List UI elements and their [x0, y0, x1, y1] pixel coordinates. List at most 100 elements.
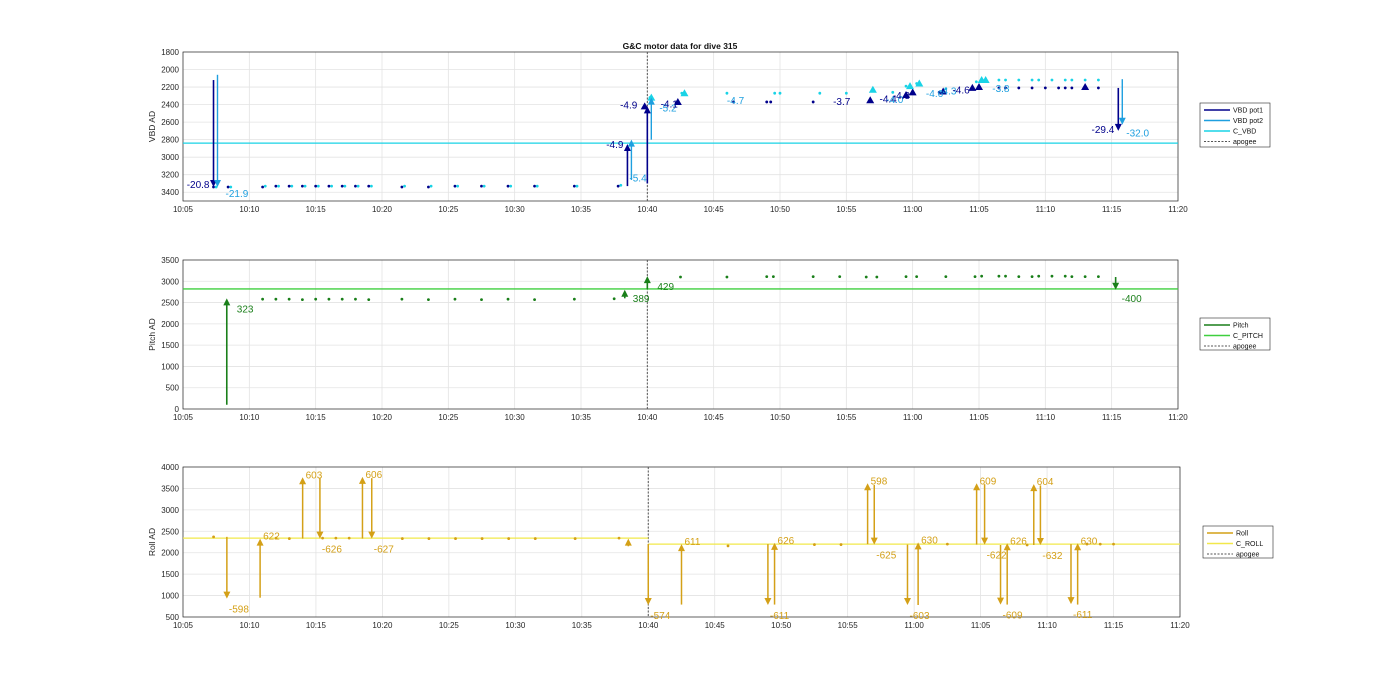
pitch-point — [1004, 274, 1007, 278]
x-tick-label: 10:25 — [439, 621, 460, 630]
pitch-point — [506, 297, 510, 301]
pot2-point — [535, 184, 539, 188]
pot1-point — [765, 100, 769, 104]
pitch-point — [314, 297, 318, 301]
x-tick-label: 10:35 — [571, 205, 592, 214]
pitch-point — [274, 297, 278, 301]
pot2-point — [356, 184, 360, 188]
x-tick-label: 10:10 — [239, 205, 260, 214]
pot2-point — [1030, 78, 1034, 82]
point-label: -4.7 — [727, 96, 745, 107]
pot2-point — [290, 184, 294, 188]
pot1-move-label: -29.4 — [1092, 125, 1115, 136]
y-tick-label: 2600 — [161, 118, 179, 127]
pitch-move-label: 429 — [657, 282, 674, 293]
pot1-point — [1030, 86, 1034, 90]
roll-point — [347, 536, 351, 540]
pitch-panel: 10:05 10:10 10:15 10:20 10:25 10:30 10:35 10:40… — [147, 256, 1271, 422]
x-tick-label: 10:45 — [704, 205, 725, 214]
y-tick-label: 2000 — [161, 66, 179, 75]
y-axis-label: Roll AD — [147, 528, 157, 556]
pot2-point — [1017, 78, 1021, 82]
x-tick-label: 10:30 — [505, 621, 526, 630]
x-tick-label: 11:15 — [1102, 413, 1122, 422]
roll-point — [454, 537, 457, 540]
y-tick-label: 3500 — [161, 484, 179, 493]
y-tick-label: 2400 — [161, 101, 179, 110]
pot2-point — [818, 91, 822, 95]
pitch-point — [427, 298, 430, 301]
x-tick-label: 10:15 — [306, 205, 327, 214]
y-tick-label: 3000 — [161, 506, 179, 515]
x-tick-label: 11:15 — [1104, 621, 1124, 630]
roll-move-label: 630 — [1081, 536, 1098, 547]
pot1-point — [314, 184, 318, 188]
pitch-point — [1097, 275, 1100, 279]
roll-move-label: 606 — [365, 470, 382, 481]
legend-entry: C_VBD — [1233, 129, 1256, 136]
pitch-point — [904, 275, 908, 279]
y-tick-label: 3500 — [161, 256, 179, 265]
roll-move-label: -611 — [1073, 610, 1093, 621]
pitch-point — [1070, 275, 1074, 279]
x-tick-label: 10:55 — [836, 413, 857, 422]
y-tick-label: 0 — [175, 405, 180, 414]
x-tick-label: 11:00 — [903, 413, 923, 422]
pot2-point — [725, 91, 729, 95]
pitch-point — [765, 275, 769, 279]
pot1-point — [506, 184, 510, 188]
roll-move-label: 626 — [1010, 536, 1027, 547]
pot1-point — [427, 185, 430, 189]
pot1-point — [367, 184, 371, 188]
pitch-point — [725, 275, 729, 279]
x-tick-label: 10:20 — [372, 621, 393, 630]
y-tick-label: 500 — [166, 613, 180, 622]
y-axis-label: VBD AD — [147, 111, 157, 142]
pot2-point — [904, 84, 908, 88]
y-tick-label: 3400 — [161, 188, 179, 197]
x-tick-label: 11:05 — [971, 621, 991, 630]
y-tick-label: 2500 — [161, 527, 179, 536]
x-tick-label: 10:15 — [306, 621, 327, 630]
roll-move-label: -622 — [987, 551, 1007, 562]
y-tick-label: 2800 — [161, 136, 179, 145]
roll-point — [533, 537, 537, 540]
figure-title: G&C motor data for dive 315 — [623, 41, 738, 51]
pot1-point — [1070, 86, 1074, 90]
x-tick-label: 10:30 — [505, 413, 526, 422]
pot1-point — [1017, 86, 1021, 90]
pot1-point — [301, 184, 304, 188]
pot1-point — [327, 184, 331, 188]
pot1-point — [226, 185, 230, 189]
roll-move-label: -598 — [229, 605, 249, 616]
pot1-point — [340, 184, 344, 188]
point-label: -4.1 — [661, 100, 679, 111]
x-tick-label: 10:20 — [372, 413, 393, 422]
pot2-point — [1097, 78, 1100, 82]
y-tick-label: 1800 — [161, 48, 179, 57]
pitch-point — [453, 297, 457, 301]
roll-point — [212, 535, 215, 539]
pitch-point — [261, 297, 264, 301]
roll-point — [287, 537, 291, 540]
roll-point — [945, 542, 949, 546]
pot1-point — [1063, 86, 1067, 90]
legend-entry: apogee — [1236, 552, 1259, 559]
pitch-point — [997, 274, 1001, 278]
point-label: -4.6 — [952, 86, 970, 97]
legend-entry: VBD pot2 — [1233, 118, 1263, 125]
point-label: -3.8 — [992, 84, 1010, 95]
y-tick-label: 1500 — [161, 570, 179, 579]
x-tick-label: 10:40 — [637, 205, 658, 214]
pot2-point — [619, 183, 623, 187]
pot2-point — [316, 184, 320, 188]
pitch-point — [944, 275, 948, 279]
pot1-point — [533, 184, 536, 188]
pitch-move-label: 323 — [237, 304, 254, 315]
y-tick-label: 1000 — [161, 592, 179, 601]
roll-point — [400, 537, 404, 540]
y-tick-label: 3000 — [161, 153, 179, 162]
pot2-point — [509, 184, 513, 188]
y-tick-label: 1500 — [161, 341, 179, 350]
roll-point — [1098, 542, 1102, 546]
